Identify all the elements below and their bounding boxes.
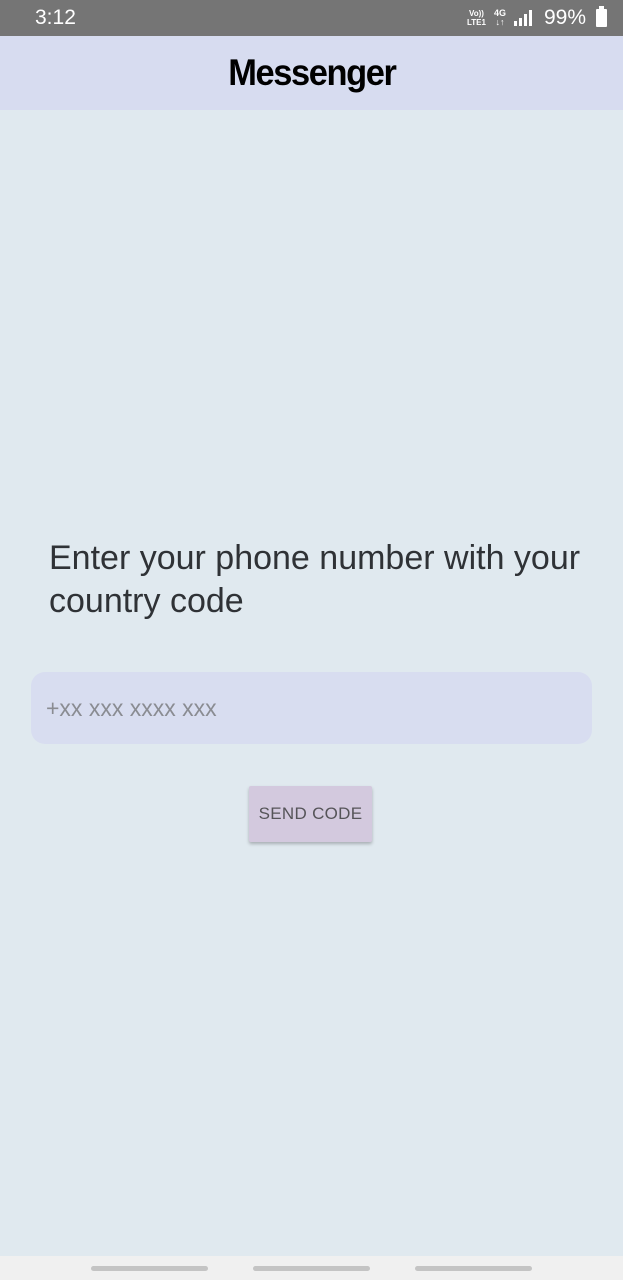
- status-bar: 3:12 Vo)) LTE1 4G ↓↑ 99%: [0, 0, 623, 36]
- battery-icon: [596, 6, 607, 27]
- phone-input[interactable]: [46, 694, 592, 722]
- status-time: 3:12: [35, 6, 76, 29]
- nav-recent-icon[interactable]: [91, 1266, 208, 1271]
- app-title: Messenger: [227, 52, 397, 93]
- volte-icon: Vo)) LTE1: [467, 9, 486, 27]
- send-code-button[interactable]: SEND CODE: [249, 786, 372, 842]
- network-type-icon: 4G ↓↑: [494, 9, 506, 27]
- volte-top-label: Vo)): [468, 9, 484, 18]
- network-arrows: ↓↑: [495, 17, 505, 27]
- nav-home-icon[interactable]: [253, 1266, 370, 1271]
- status-icons: Vo)) LTE1 4G ↓↑ 99%: [467, 6, 607, 30]
- phone-prompt: Enter your phone number with your countr…: [49, 539, 581, 620]
- battery-percentage: 99%: [543, 6, 586, 29]
- navigation-bar: [0, 1256, 623, 1280]
- volte-bottom-label: LTE1: [466, 18, 486, 27]
- app-bar: Messenger: [0, 36, 623, 110]
- phone-field[interactable]: [31, 672, 592, 744]
- signal-icon: [513, 10, 532, 26]
- nav-back-icon[interactable]: [415, 1266, 532, 1271]
